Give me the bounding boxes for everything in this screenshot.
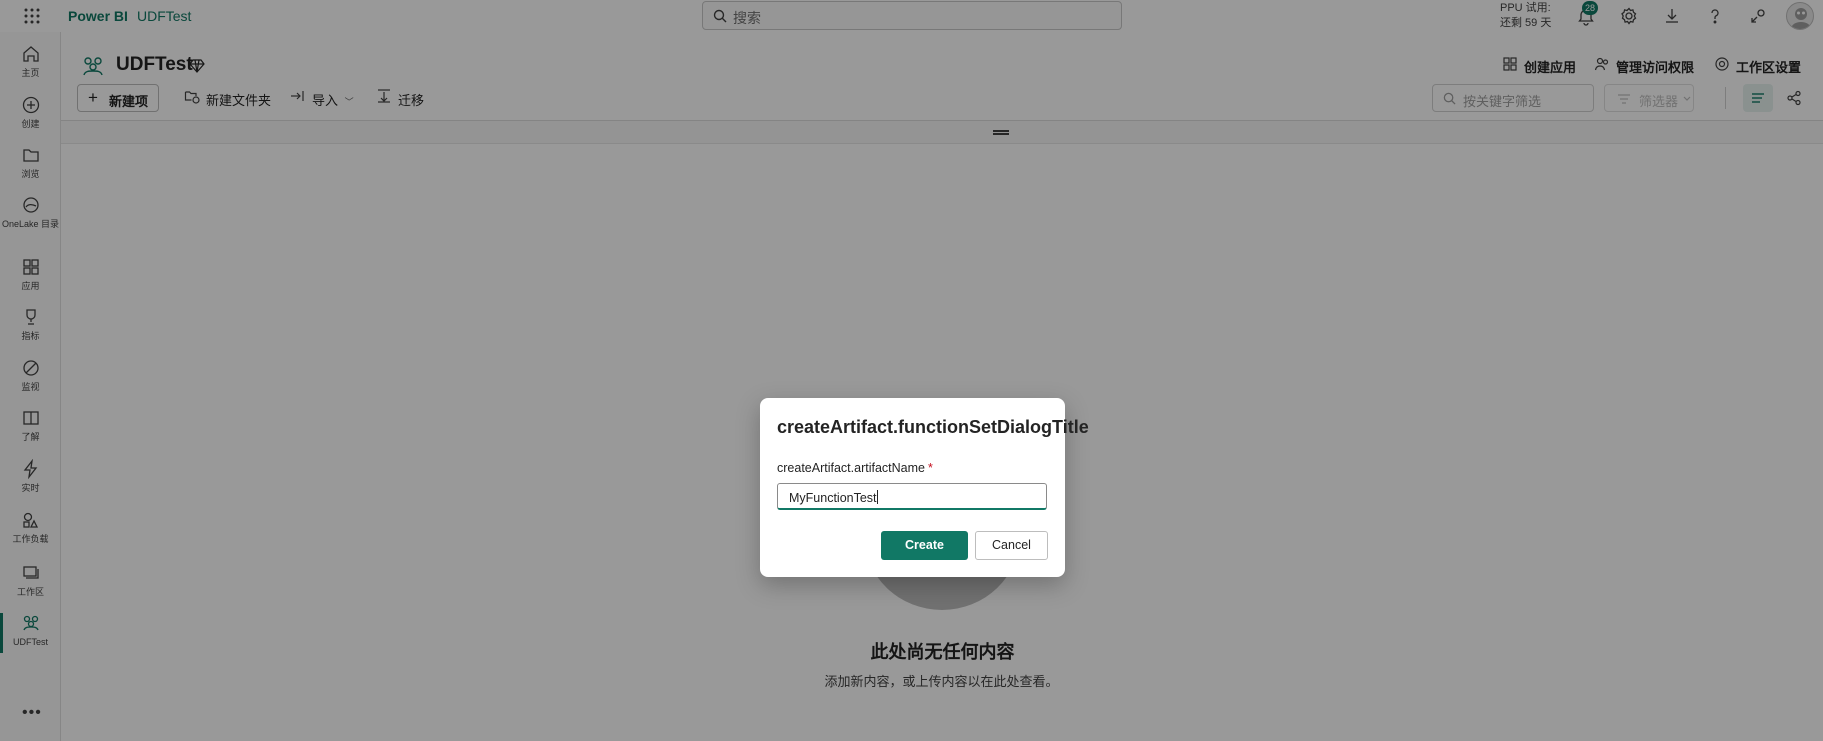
dialog-title: createArtifact.functionSetDialogTitle — [777, 417, 1089, 437]
modal-overlay — [0, 0, 1823, 741]
create-function-set-dialog: createArtifact.functionSetDialogTitle cr… — [760, 398, 1089, 577]
required-mark: * — [927, 461, 933, 475]
artifact-name-label: createArtifact.artifactName * — [777, 461, 933, 475]
artifact-name-value: MyFunctionTest — [789, 491, 877, 505]
text-caret — [876, 490, 878, 504]
cancel-button[interactable]: Cancel — [975, 531, 1048, 560]
artifact-name-input[interactable]: MyFunctionTest — [777, 483, 1047, 510]
artifact-name-label-text: createArtifact.artifactName — [777, 461, 925, 475]
create-button[interactable]: Create — [881, 531, 968, 560]
